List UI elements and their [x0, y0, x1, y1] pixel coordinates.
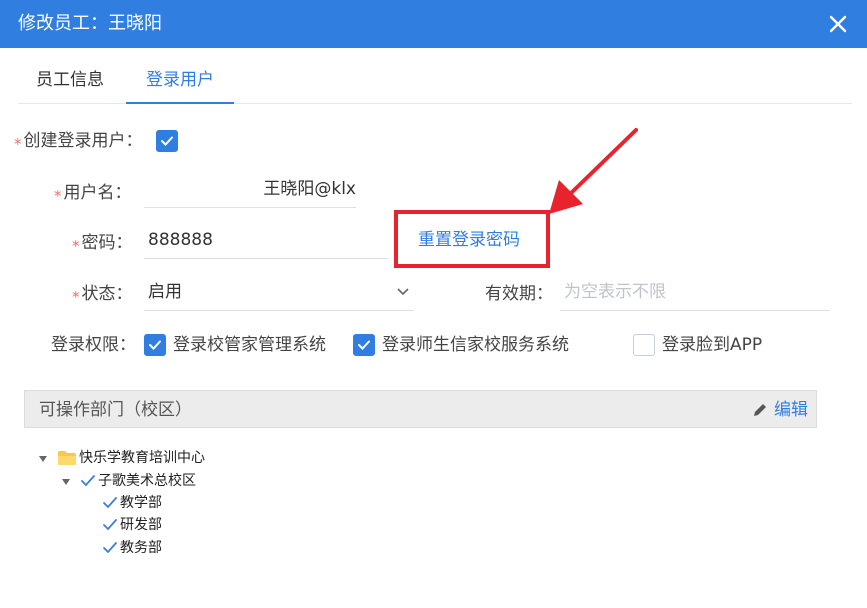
close-icon[interactable] — [825, 11, 851, 37]
tab-employee-info[interactable]: 员工信息 — [36, 57, 104, 104]
tree-node-dept-label: 教务部 — [120, 540, 162, 556]
dialog-titlebar: 修改员工：王晓阳 — [0, 0, 867, 48]
tree-node-campus[interactable]: 子歌美术总校区 — [80, 471, 196, 491]
chevron-down-icon — [397, 288, 409, 296]
check-icon — [103, 497, 117, 509]
check-icon — [81, 475, 95, 487]
folder-icon — [58, 451, 76, 465]
pencil-icon — [754, 404, 766, 416]
tree-node-campus-label: 子歌美术总校区 — [98, 473, 196, 489]
tree-node-root[interactable]: 快乐学教育培训中心 — [57, 448, 205, 468]
status-value: 启用 — [148, 282, 182, 302]
tree-node-dept[interactable]: 研发部 — [102, 515, 162, 535]
status-label-text: 状态： — [81, 284, 133, 304]
create-login-checkbox[interactable] — [156, 130, 178, 152]
password-label: * 密码： — [72, 231, 133, 255]
tab-bar: 员工信息 登录用户 — [18, 57, 852, 104]
check-icon — [103, 542, 117, 554]
required-mark: * — [14, 135, 22, 153]
create-login-label: * 创建登录用户： — [14, 129, 143, 153]
permission-checkbox-home-school[interactable] — [353, 334, 375, 356]
tree-node-dept-label: 教学部 — [120, 495, 162, 511]
permission-checkbox-management[interactable] — [144, 334, 166, 356]
validity-field[interactable]: 为空表示不限 — [560, 275, 830, 311]
username-field[interactable]: 王晓阳@klx — [144, 172, 356, 208]
status-select[interactable]: 启用 — [144, 275, 414, 311]
username-label: * 用户名： — [54, 181, 132, 205]
tree-node-dept-label: 研发部 — [120, 517, 162, 533]
validity-label: 有效期： — [485, 284, 553, 304]
validity-placeholder: 为空表示不限 — [564, 282, 666, 302]
dialog-title: 修改员工：王晓阳 — [18, 13, 162, 34]
password-label-text: 密码： — [81, 233, 133, 253]
required-mark: * — [72, 288, 80, 306]
password-field[interactable]: 888888 — [144, 223, 388, 259]
create-login-label-text: 创建登录用户： — [23, 131, 143, 151]
tab-login-user[interactable]: 登录用户 — [126, 57, 234, 104]
check-icon — [149, 340, 161, 350]
required-mark: * — [72, 237, 80, 255]
tree-node-dept[interactable]: 教务部 — [102, 538, 162, 558]
permission-label-management: 登录校管家管理系统 — [173, 335, 326, 355]
check-icon — [358, 340, 370, 350]
highlight-box — [394, 210, 550, 268]
username-label-text: 用户名： — [63, 183, 132, 203]
edit-departments-button[interactable]: 编辑 — [752, 398, 808, 422]
departments-title: 可操作部门（校区） — [39, 400, 192, 420]
tree-node-dept[interactable]: 教学部 — [102, 493, 162, 513]
permission-label-home-school: 登录师生信家校服务系统 — [382, 335, 569, 355]
check-icon — [161, 136, 173, 146]
permission-checkbox-face-app[interactable] — [633, 334, 655, 356]
check-icon — [103, 519, 117, 531]
tree-expand-icon[interactable] — [61, 478, 71, 486]
permissions-label: 登录权限： — [51, 335, 136, 355]
permission-label-face-app: 登录脸到APP — [662, 335, 763, 355]
status-label: * 状态： — [72, 282, 133, 306]
required-mark: * — [54, 187, 62, 205]
tree-node-root-label: 快乐学教育培训中心 — [79, 450, 205, 466]
edit-label: 编辑 — [774, 400, 808, 420]
departments-panel-header: 可操作部门（校区） 编辑 — [24, 390, 817, 428]
tree-expand-icon[interactable] — [38, 455, 48, 463]
